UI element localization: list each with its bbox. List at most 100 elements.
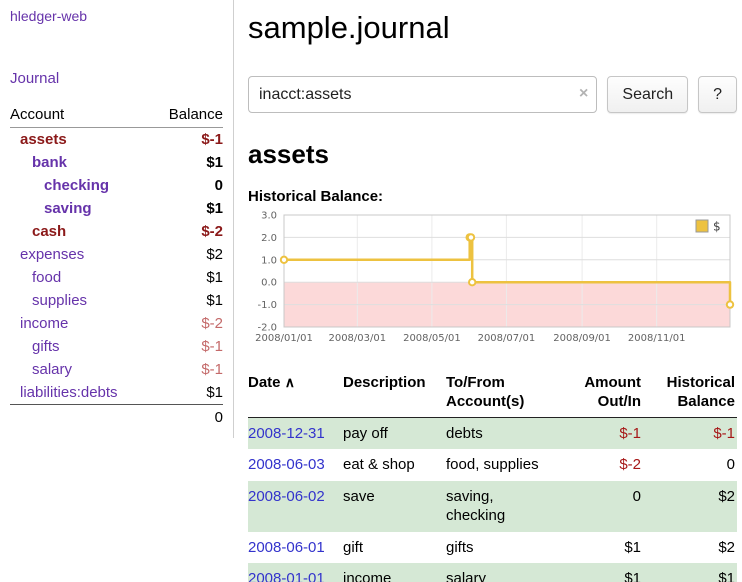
transaction-accounts: saving, checking [446,481,558,532]
account-link-liabilities-debts[interactable]: liabilities:debts [20,384,118,401]
transaction-date-link[interactable]: 2008-06-01 [248,539,325,556]
account-balance-expenses: $2 [149,243,223,266]
transaction-accounts: debts [446,417,558,449]
account-row-gifts: gifts $-1 [10,335,223,358]
sidebar: hledger-web Journal Account Balance asse… [0,0,234,438]
historical-balance-chart: 2008/01/01 2008/03/01 2008/05/01 2008/07/01… [248,209,737,347]
account-link-supplies[interactable]: supplies [32,292,87,309]
account-balance-checking: 0 [149,174,223,197]
account-column-header: Account [10,103,149,128]
account-balance-saving: $1 [149,197,223,220]
transaction-row[interactable]: 2008-06-01 gift gifts $1 $2 [248,532,737,564]
search-input[interactable] [248,76,597,113]
svg-text:-2.0: -2.0 [257,323,277,334]
account-link-salary[interactable]: salary [32,361,72,378]
account-link-income[interactable]: income [20,315,68,332]
date-column-header[interactable]: Date ∧ [248,372,343,417]
account-balance-gifts: $-1 [149,335,223,358]
svg-text:2008/09/01: 2008/09/01 [553,333,611,344]
transaction-amount: $1 [558,532,643,564]
account-link-assets[interactable]: assets [20,131,67,148]
transaction-date-link[interactable]: 2008-12-31 [248,425,325,442]
account-balance-salary: $-1 [149,358,223,381]
amount-column-header: Amount Out/In [558,372,643,417]
chart-container: 2008/01/01 2008/03/01 2008/05/01 2008/07/01… [248,209,737,352]
svg-text:2008/05/01: 2008/05/01 [403,333,461,344]
account-link-gifts[interactable]: gifts [32,338,60,355]
svg-text:3.0: 3.0 [261,211,277,222]
svg-text:0.0: 0.0 [261,278,277,289]
account-row-food: food $1 [10,266,223,289]
account-link-bank[interactable]: bank [32,154,67,171]
transaction-date-link[interactable]: 2008-06-02 [248,488,325,505]
account-balance-food: $1 [149,266,223,289]
account-link-cash[interactable]: cash [32,223,66,240]
search-button[interactable]: Search [607,76,688,113]
account-row-assets: assets $-1 [10,128,223,152]
transaction-row[interactable]: 2008-06-03 eat & shop food, supplies $-2… [248,449,737,481]
transaction-accounts: salary [446,563,558,582]
transaction-date-link[interactable]: 2008-01-01 [248,570,325,582]
main-content: sample.journal × Search ? assets Histori… [248,0,737,582]
account-link-food[interactable]: food [32,269,61,286]
transaction-amount: $-2 [558,449,643,481]
register-table: Date ∧ Description To/From Account(s) Am… [248,372,737,582]
account-balance-income: $-2 [149,312,223,335]
accounts-table: Account Balance assets $-1 bank $1 check… [10,103,223,429]
accounts-column-header: To/From Account(s) [446,372,558,417]
sort-ascending-icon[interactable]: ∧ [285,374,295,390]
svg-text:$: $ [713,220,721,234]
account-balance-cash: $-2 [149,220,223,243]
svg-text:2008/11/01: 2008/11/01 [628,333,686,344]
accounts-header-row: Account Balance [10,103,223,128]
transaction-row[interactable]: 2008-01-01 income salary $1 $1 [248,563,737,582]
transaction-description: gift [343,532,446,564]
transaction-balance: $1 [643,563,737,582]
sidebar-item-journal[interactable]: Journal [10,70,223,87]
total-row: 0 [10,405,223,430]
svg-text:2008/01/01: 2008/01/01 [255,333,313,344]
register-header-row: Date ∧ Description To/From Account(s) Am… [248,372,737,417]
help-button[interactable]: ? [698,76,737,113]
app-title-link[interactable]: hledger-web [10,8,87,24]
transaction-balance: $-1 [643,417,737,449]
transaction-row[interactable]: 2008-12-31 pay off debts $-1 $-1 [248,417,737,449]
account-row-checking: checking 0 [10,174,223,197]
account-balance-liabilities-debts: $1 [149,381,223,405]
account-row-salary: salary $-1 [10,358,223,381]
account-row-expenses: expenses $2 [10,243,223,266]
account-page-title: assets [248,139,737,170]
account-row-bank: bank $1 [10,151,223,174]
account-row-supplies: supplies $1 [10,289,223,312]
account-link-expenses[interactable]: expenses [20,246,84,263]
balance-column-header: Balance [149,103,223,128]
transaction-row[interactable]: 2008-06-02 save saving, checking 0 $2 [248,481,737,532]
transaction-description: pay off [343,417,446,449]
transaction-balance: $2 [643,532,737,564]
transaction-amount: $-1 [558,417,643,449]
transaction-description: income [343,563,446,582]
transaction-amount: $1 [558,563,643,582]
svg-text:1.0: 1.0 [261,255,277,266]
transaction-accounts: food, supplies [446,449,558,481]
svg-text:2008/07/01: 2008/07/01 [478,333,536,344]
account-link-checking[interactable]: checking [44,177,109,194]
total-balance: 0 [149,405,223,430]
account-row-liabilities-debts: liabilities:debts $1 [10,381,223,405]
transaction-accounts: gifts [446,532,558,564]
account-row-saving: saving $1 [10,197,223,220]
balance-column-header-register: Historical Balance [643,372,737,417]
svg-text:2008/03/01: 2008/03/01 [328,333,386,344]
account-balance-assets: $-1 [149,128,223,152]
transaction-amount: 0 [558,481,643,532]
description-column-header: Description [343,372,446,417]
account-row-cash: cash $-2 [10,220,223,243]
account-link-saving[interactable]: saving [44,200,92,217]
account-row-income: income $-2 [10,312,223,335]
transaction-description: save [343,481,446,532]
transaction-date-link[interactable]: 2008-06-03 [248,456,325,473]
page-title: sample.journal [248,10,737,46]
clear-search-icon[interactable]: × [579,84,588,104]
transaction-balance: $2 [643,481,737,532]
chart-title: Historical Balance: [248,188,737,205]
